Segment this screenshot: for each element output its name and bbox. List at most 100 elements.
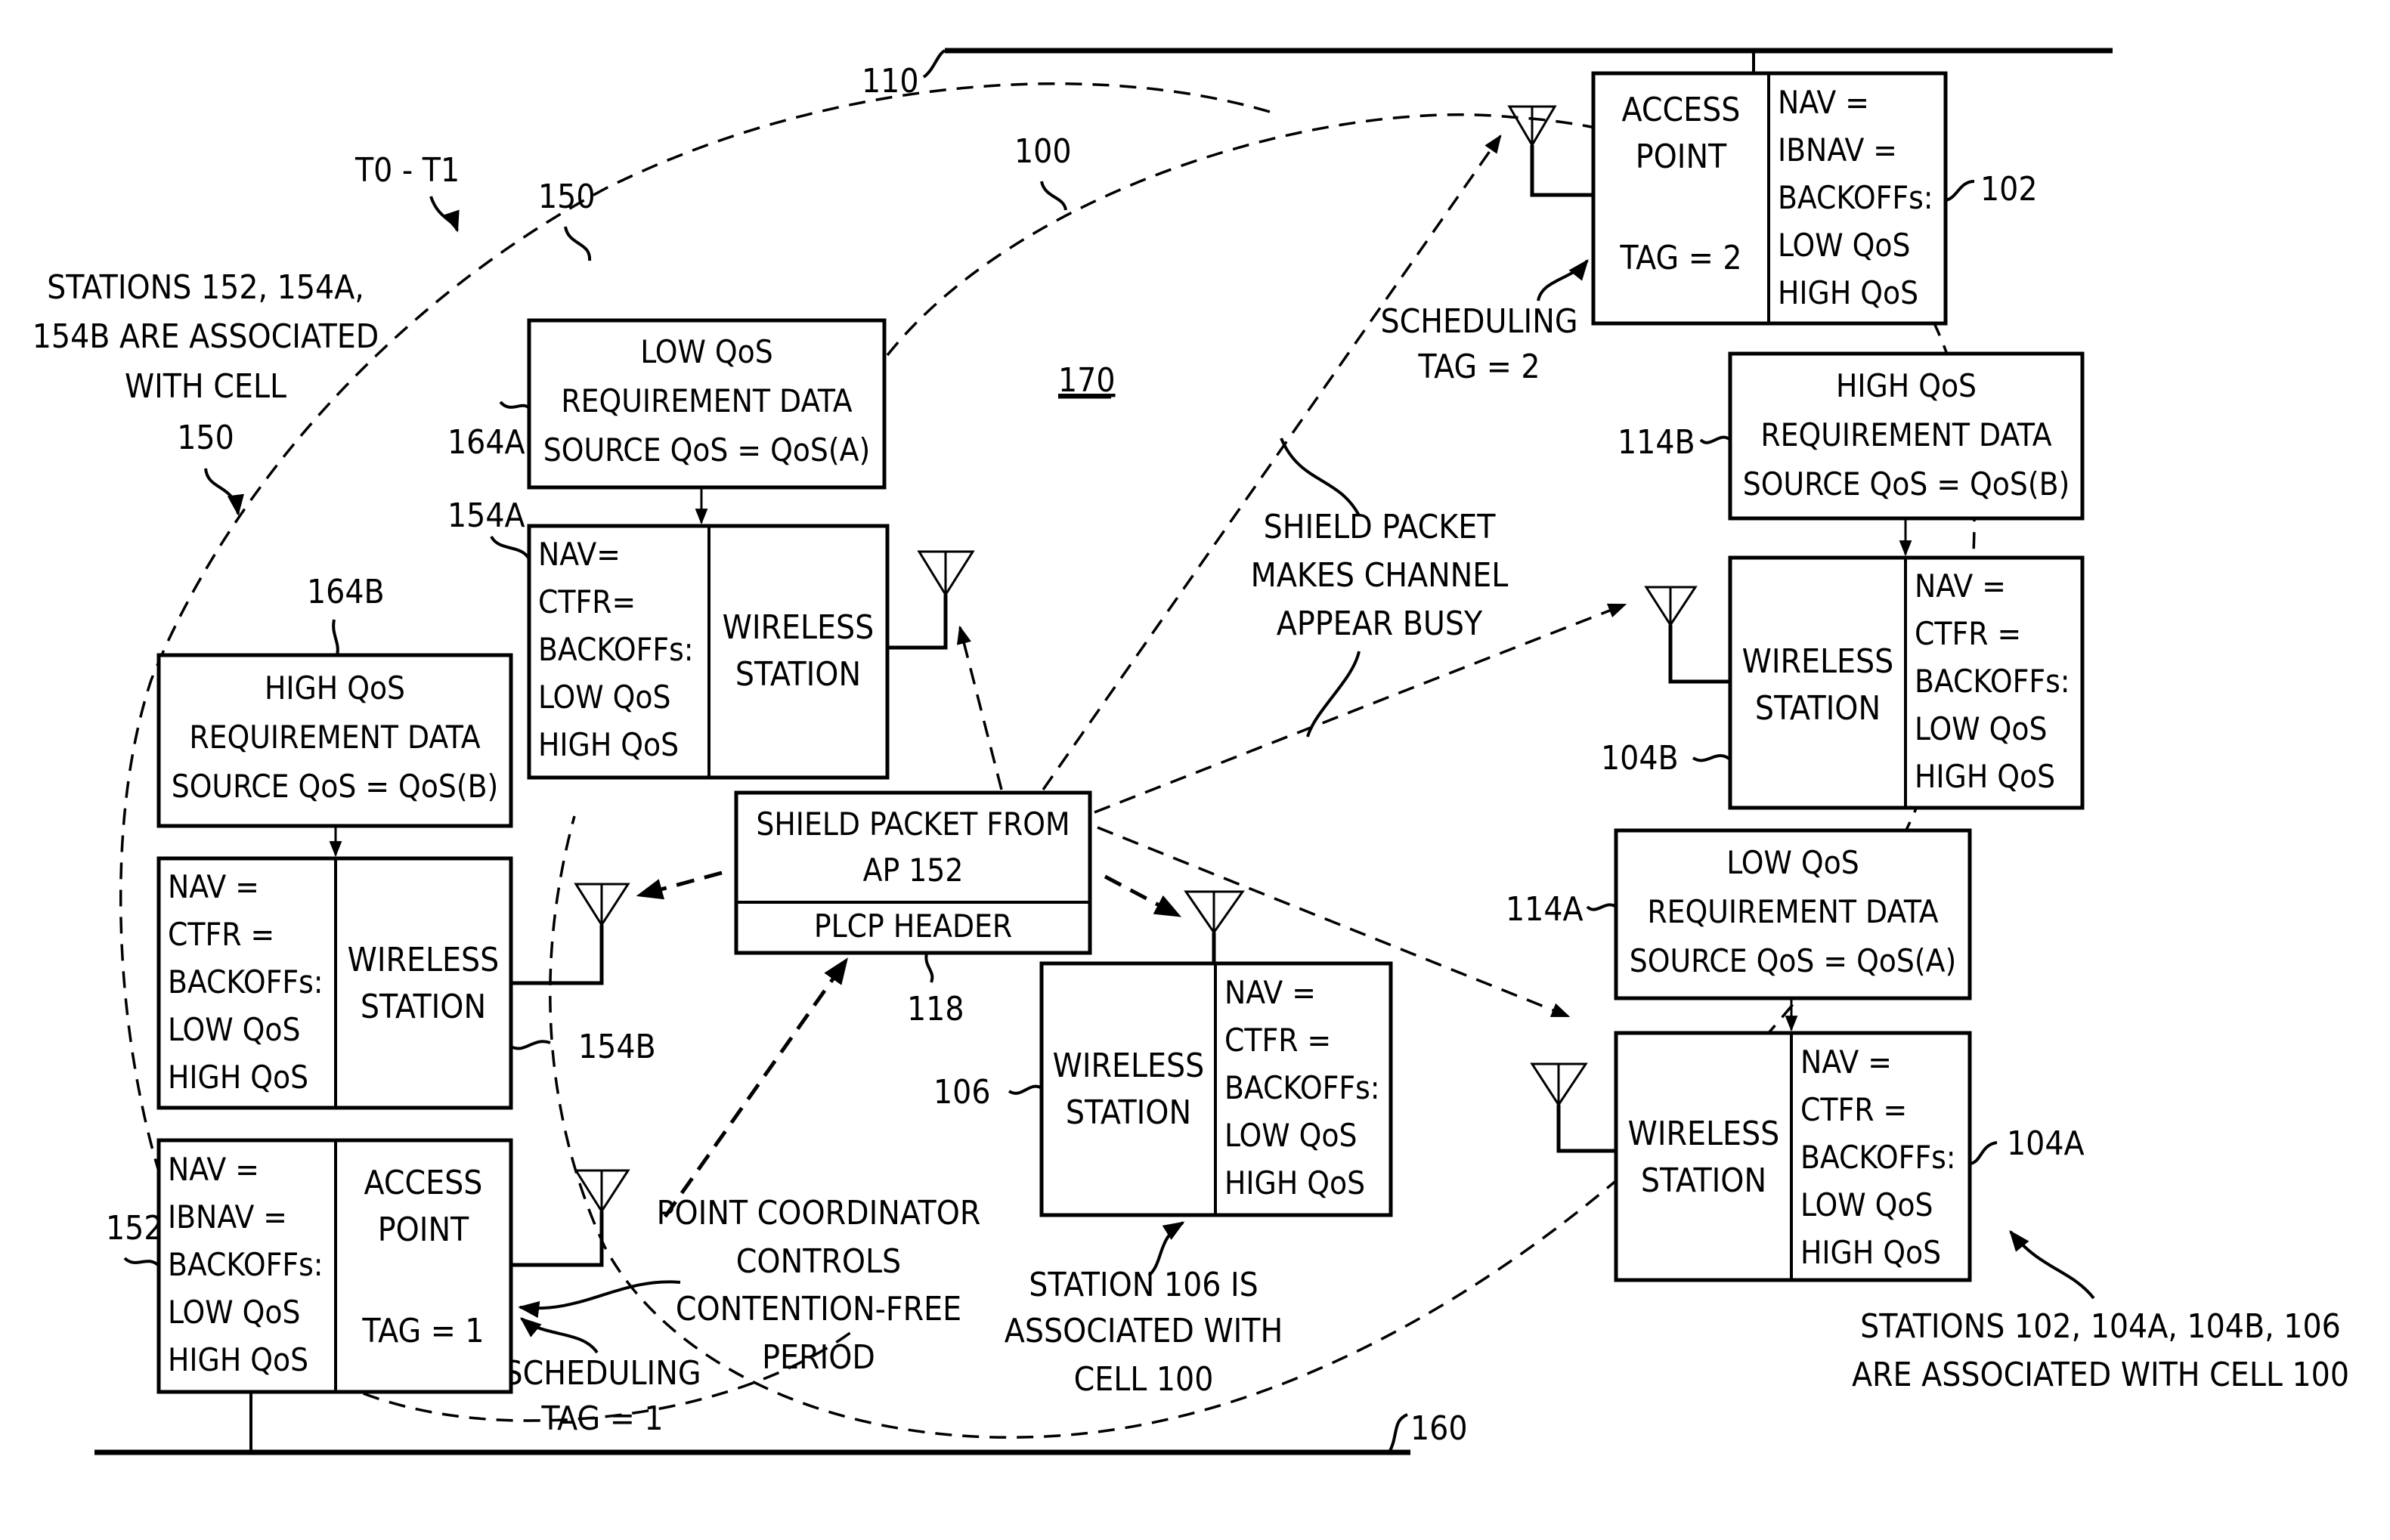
antenna-icon	[511, 1169, 630, 1267]
ws154b-field-backoffs: BACKOFFs:	[168, 963, 324, 1000]
d114a-line: SOURCE QoS = QoS(A)	[1630, 942, 1957, 979]
wireless-station-104b: WIRELESS STATION NAV = CTFR = BACKOFFs: …	[1601, 555, 2085, 810]
wireless-station-104a: WIRELESS STATION NAV = CTFR = BACKOFFs: …	[1530, 1031, 2085, 1282]
bus-160-label: 160	[1410, 1409, 1468, 1448]
d164a-line: REQUIREMENT DATA	[561, 382, 852, 419]
shield-note-leader-bottom	[1306, 651, 1361, 738]
ws106-title: STATION	[1066, 1093, 1191, 1132]
d164b-line: HIGH QoS	[265, 669, 405, 707]
cell-150-ref: 150	[538, 178, 596, 216]
bus-160: 160	[94, 1409, 1468, 1455]
note-line: CONTENTION-FREE	[676, 1290, 961, 1328]
data-block-164a: LOW QoS REQUIREMENT DATA SOURCE QoS = Qo…	[447, 318, 887, 525]
antenna-icon	[1507, 105, 1593, 197]
data-block-164b: HIGH QoS REQUIREMENT DATA SOURCE QoS = Q…	[156, 573, 513, 858]
d164a-line: SOURCE QoS = QoS(A)	[543, 431, 871, 468]
ap102-ref: 102	[1980, 170, 2038, 209]
ws104a-leader	[1969, 1141, 1998, 1165]
cell100-note: STATIONS 102, 104A, 104B, 106 ARE ASSOCI…	[1852, 1307, 2349, 1394]
ws154b-title: WIRELESS	[348, 941, 500, 979]
ws154b-ref: 154B	[578, 1028, 656, 1066]
ap102-leader	[1945, 180, 1975, 202]
ws104a-field-nav: NAV =	[1800, 1044, 1892, 1081]
note-line: SCHEDULING	[503, 1354, 701, 1393]
period-label: T0 - T1	[354, 151, 460, 190]
ws106-leader	[1008, 1084, 1043, 1095]
ws154a-field-high-qos: HIGH QoS	[538, 726, 679, 763]
ws104b-field-nav: NAV =	[1915, 567, 2006, 605]
note-line: STATIONS 102, 104A, 104B, 106	[1860, 1307, 2341, 1346]
antenna-icon	[1184, 890, 1245, 963]
ap102-title: POINT	[1636, 138, 1727, 176]
ws104a-field-ctfr: CTFR =	[1800, 1091, 1907, 1128]
note-line: SHIELD PACKET	[1264, 508, 1497, 546]
ws104b-title: WIRELESS	[1742, 642, 1894, 681]
d114a-line: LOW QoS	[1726, 844, 1859, 881]
tx-arrow-to-ws154b	[636, 871, 723, 900]
ws154b-field-nav: NAV =	[168, 868, 259, 905]
note-line: TAG = 1	[540, 1399, 663, 1438]
antenna-icon	[887, 550, 975, 650]
ap102-tag: TAG = 2	[1619, 239, 1741, 277]
ws154b-field-high-qos: HIGH QoS	[168, 1059, 308, 1096]
cell-100-leader	[1040, 181, 1067, 211]
note-line: 150	[177, 419, 234, 457]
tx-arrow-to-ws154a	[956, 625, 1003, 790]
ws104a-title: WIRELESS	[1628, 1115, 1780, 1153]
region-170-label: 170	[1058, 361, 1116, 400]
ap152-field-nav: NAV =	[168, 1151, 259, 1188]
shield-packet-ref: 118	[907, 990, 964, 1028]
ws106-title: WIRELESS	[1053, 1047, 1205, 1085]
bus-160-leader	[1388, 1413, 1408, 1453]
antenna-icon	[1530, 1062, 1616, 1153]
ws154b-field-ctfr: CTFR =	[168, 916, 274, 953]
note-line: TAG = 2	[1417, 348, 1540, 386]
cell150-note-leader	[204, 468, 244, 516]
ws104a-field-high-qos: HIGH QoS	[1800, 1234, 1941, 1271]
note-line: CELL 100	[1074, 1360, 1214, 1399]
ap102-field-ibnav: IBNAV =	[1778, 131, 1897, 169]
scheduling-tag-2-leader	[1537, 258, 1589, 302]
d114b-line: SOURCE QoS = QoS(B)	[1743, 465, 2070, 503]
ws154a-field-ctfr: CTFR=	[538, 583, 636, 620]
antenna-icon	[1644, 586, 1730, 684]
cell-150-leader	[564, 226, 592, 261]
data-block-114b: HIGH QoS REQUIREMENT DATA SOURCE QoS = Q…	[1618, 351, 2085, 557]
ws106-ref: 106	[933, 1073, 991, 1112]
ws104a-field-low-qos: LOW QoS	[1800, 1186, 1933, 1223]
note-line: PERIOD	[762, 1338, 875, 1377]
ws104a-title: STATION	[1641, 1161, 1766, 1200]
ws154a-title: WIRELESS	[723, 608, 875, 647]
ws106-field-high-qos: HIGH QoS	[1224, 1164, 1365, 1201]
ws154a-title: STATION	[735, 655, 861, 694]
ap152-field-ibnav: IBNAV =	[168, 1198, 287, 1235]
note-line: STATION 106 IS	[1029, 1266, 1258, 1304]
d164b-ref: 164B	[307, 573, 385, 611]
ws154a-ref: 154A	[447, 496, 525, 535]
note-line: ARE ASSOCIATED WITH CELL 100	[1852, 1356, 2349, 1394]
point-coordinator-leader	[518, 1280, 681, 1319]
note-line: APPEAR BUSY	[1277, 605, 1483, 643]
d164b-line: SOURCE QoS = QoS(B)	[172, 768, 499, 805]
note-line: 154B ARE ASSOCIATED	[33, 317, 379, 356]
wireless-station-154b: WIRELESS STATION NAV = CTFR = BACKOFFs: …	[156, 856, 656, 1110]
ap152-field-low-qos: LOW QoS	[168, 1294, 301, 1331]
station106-note: STATION 106 IS ASSOCIATED WITH CELL 100	[1005, 1266, 1283, 1399]
shield-packet-leader	[924, 952, 934, 983]
shield-packet-header: PLCP HEADER	[814, 908, 1012, 945]
wireless-station-154a: WIRELESS STATION NAV= CTFR= BACKOFFs: LO…	[447, 496, 975, 780]
d114b-line: HIGH QoS	[1836, 367, 1977, 404]
ws104b-ref: 104B	[1601, 739, 1679, 778]
patent-diagram: 110 160 T0 - T1 150 100 170 STATIONS 152…	[33, 48, 2349, 1455]
ws104b-title: STATION	[1755, 689, 1881, 728]
ws154a-field-nav: NAV=	[538, 536, 621, 573]
ws154a-field-backoffs: BACKOFFs:	[538, 631, 694, 668]
d164b-leader	[332, 619, 339, 656]
d164a-ref: 164A	[447, 423, 525, 462]
tx-arrow-to-ws106	[1104, 874, 1182, 918]
note-line: SCHEDULING	[1380, 302, 1577, 341]
scheduling-tag-2-note: SCHEDULING TAG = 2	[1380, 302, 1577, 386]
tx-arrow-from-ap152	[663, 957, 849, 1218]
ws106-field-backoffs: BACKOFFs:	[1224, 1069, 1380, 1106]
ws154b-title: STATION	[361, 988, 486, 1026]
